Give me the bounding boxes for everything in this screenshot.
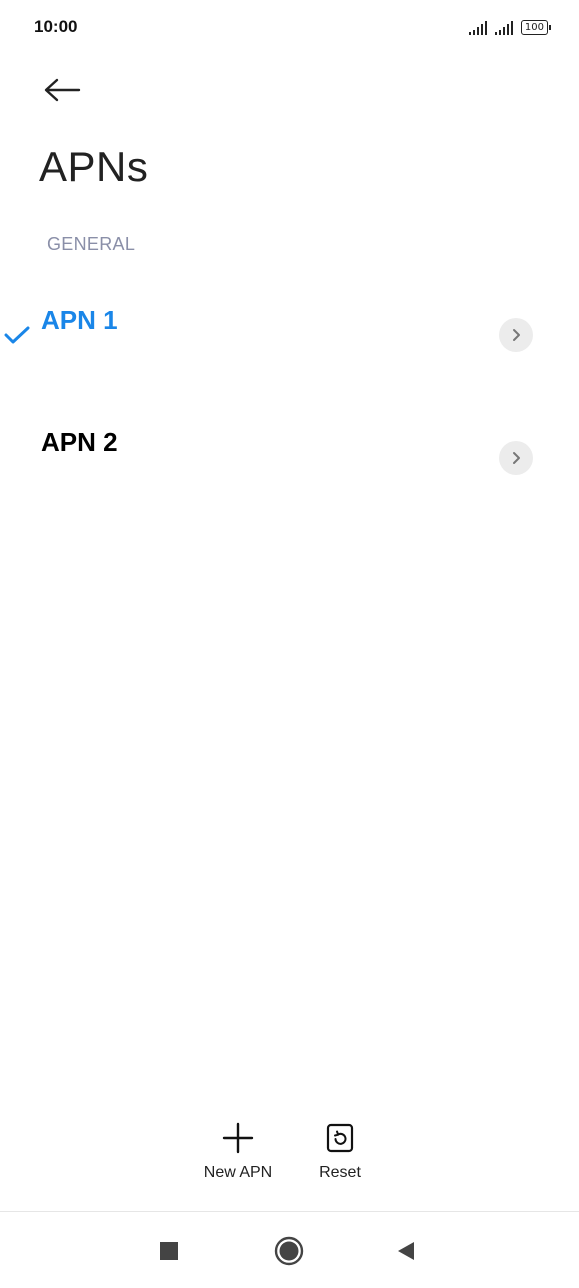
apn-list-item[interactable]: APN 2 — [0, 402, 579, 512]
new-apn-button[interactable]: New APN — [200, 1120, 276, 1182]
plus-icon — [220, 1120, 256, 1156]
status-bar: 10:00 100 — [0, 0, 579, 58]
page-title: APNs — [39, 143, 149, 190]
section-header-general: GENERAL — [47, 234, 136, 254]
arrow-left-icon — [44, 78, 81, 102]
reset-icon — [322, 1120, 358, 1156]
home-button[interactable] — [272, 1234, 306, 1268]
apn-list-item[interactable]: APN 1 — [0, 280, 579, 390]
circle-icon — [274, 1236, 304, 1266]
battery-level: 100 — [520, 20, 548, 35]
signal-strength-icon — [468, 21, 487, 35]
nav-back-button[interactable] — [389, 1234, 423, 1268]
reset-button[interactable]: Reset — [310, 1120, 370, 1182]
chevron-right-icon — [499, 318, 533, 352]
status-time: 10:00 — [34, 17, 78, 36]
signal-strength-icon — [494, 21, 513, 35]
apn-label: APN 1 — [41, 305, 118, 335]
apn-label: APN 2 — [41, 427, 118, 457]
reset-label: Reset — [319, 1164, 361, 1181]
new-apn-label: New APN — [203, 1164, 273, 1181]
chevron-right-icon — [499, 441, 533, 475]
square-icon — [160, 1242, 178, 1260]
triangle-back-icon — [398, 1242, 414, 1260]
recents-button[interactable] — [152, 1234, 186, 1268]
battery-icon: 100 — [520, 20, 551, 35]
back-button[interactable] — [40, 70, 84, 110]
status-icons: 100 — [468, 20, 551, 35]
navigation-bar — [0, 1212, 579, 1288]
checkmark-icon — [4, 326, 30, 344]
